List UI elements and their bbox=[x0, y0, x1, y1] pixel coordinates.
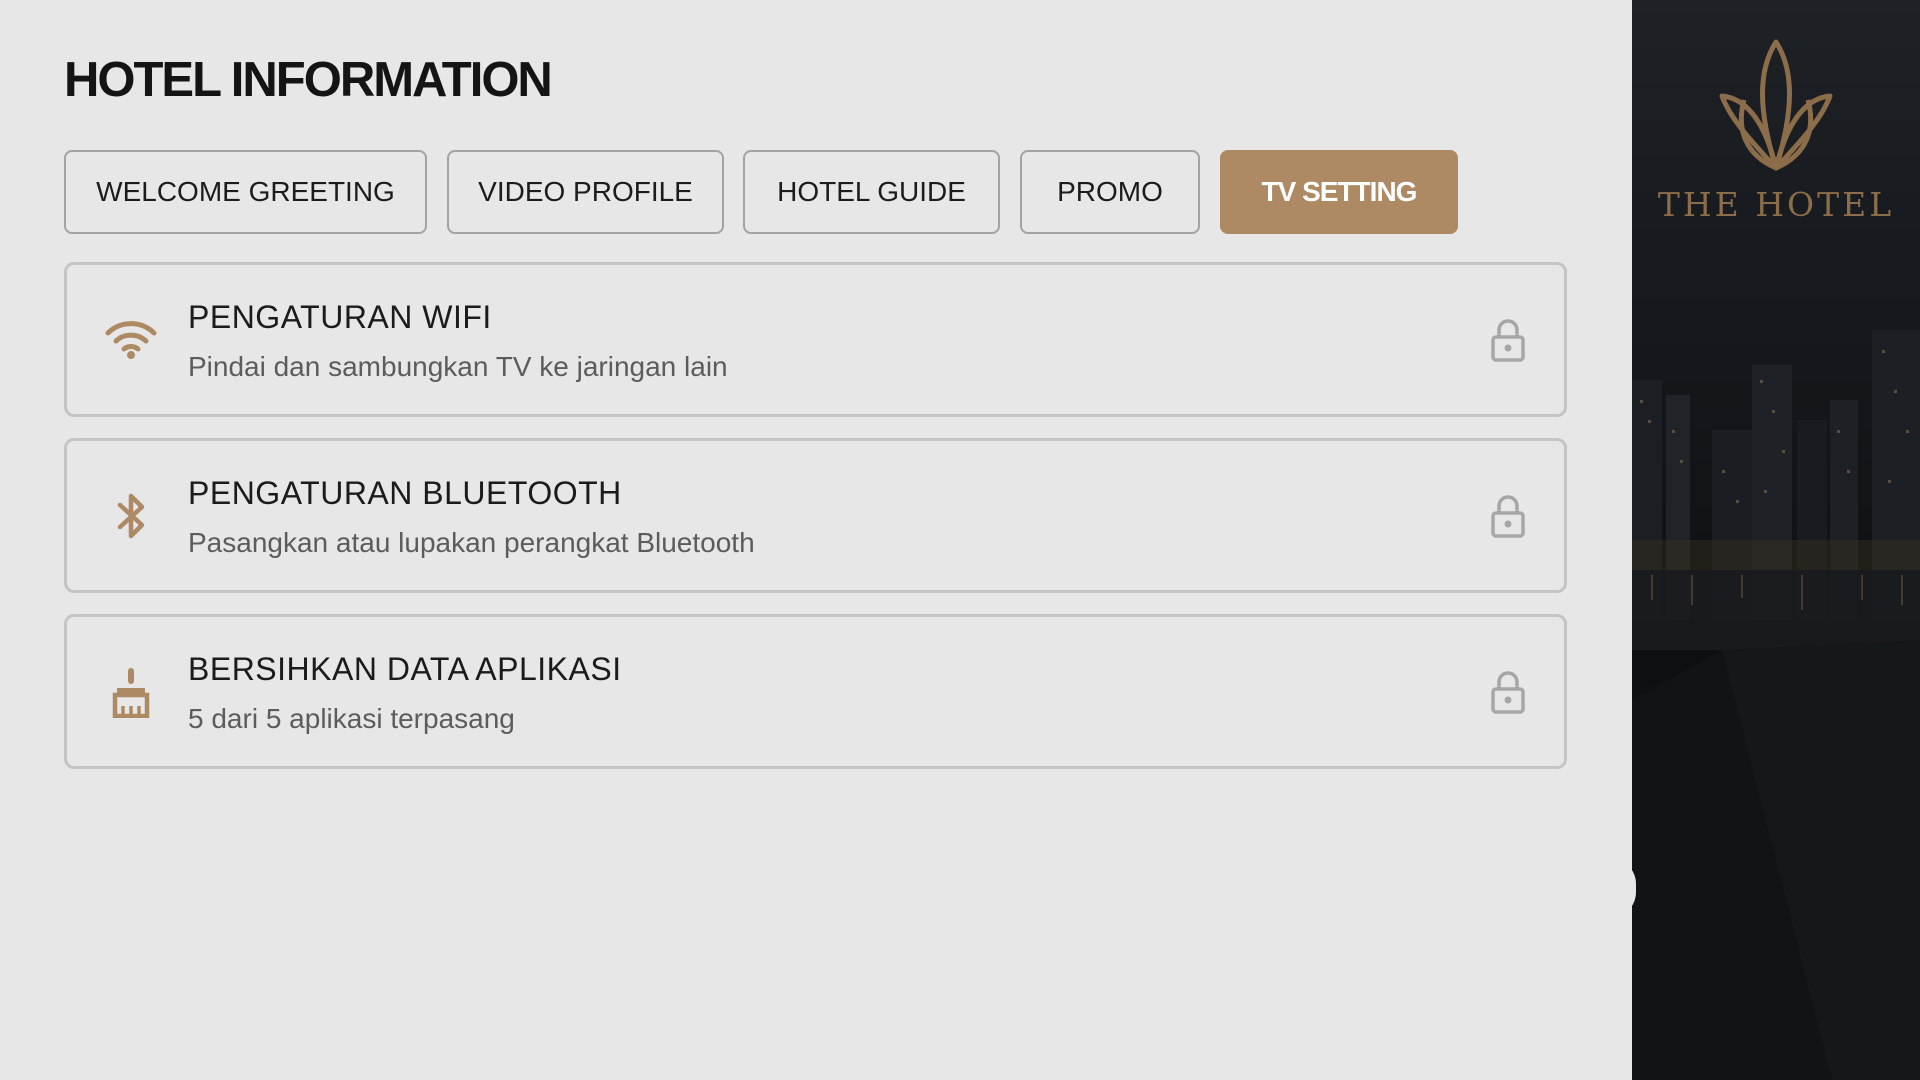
hotel-brand-panel: THE HOTEL bbox=[1632, 0, 1920, 1080]
lotus-logo-icon bbox=[1719, 39, 1833, 171]
setting-subtitle: 5 dari 5 aplikasi terpasang bbox=[188, 703, 515, 734]
tab-hotel-guide[interactable]: HOTEL GUIDE bbox=[743, 150, 1000, 234]
setting-title: PENGATURAN BLUETOOTH bbox=[188, 475, 622, 511]
lock-icon bbox=[1490, 318, 1526, 362]
setting-title: PENGATURAN WIFI bbox=[188, 299, 492, 335]
main-panel: HOTEL INFORMATION WELCOME GREETING VIDEO… bbox=[0, 0, 1632, 1080]
bluetooth-settings-card[interactable]: PENGATURAN BLUETOOTH Pasangkan atau lupa… bbox=[64, 438, 1567, 593]
tab-tv-setting[interactable]: TV SETTING bbox=[1220, 150, 1458, 234]
tab-promo[interactable]: PROMO bbox=[1020, 150, 1200, 234]
hotel-brand-name: THE HOTEL bbox=[1657, 185, 1895, 224]
tab-video-profile[interactable]: VIDEO PROFILE bbox=[447, 150, 724, 234]
clear-app-data-card[interactable]: BERSIHKAN DATA APLIKASI 5 dari 5 aplikas… bbox=[64, 614, 1567, 769]
page-title: HOTEL INFORMATION bbox=[64, 53, 553, 107]
setting-subtitle: Pasangkan atau lupakan perangkat Bluetoo… bbox=[188, 527, 755, 558]
tv-setting-screen: HOTEL INFORMATION WELCOME GREETING VIDEO… bbox=[0, 0, 1920, 1080]
broom-icon bbox=[103, 664, 159, 720]
wifi-icon bbox=[103, 312, 159, 368]
lock-icon bbox=[1490, 670, 1526, 714]
wifi-settings-card[interactable]: PENGATURAN WIFI Pindai dan sambungkan TV… bbox=[64, 262, 1567, 417]
tab-welcome-greeting[interactable]: WELCOME GREETING bbox=[64, 150, 427, 234]
lock-icon bbox=[1490, 494, 1526, 538]
setting-title: BERSIHKAN DATA APLIKASI bbox=[188, 651, 622, 687]
bluetooth-icon bbox=[103, 488, 159, 544]
setting-subtitle: Pindai dan sambungkan TV ke jaringan lai… bbox=[188, 351, 728, 382]
